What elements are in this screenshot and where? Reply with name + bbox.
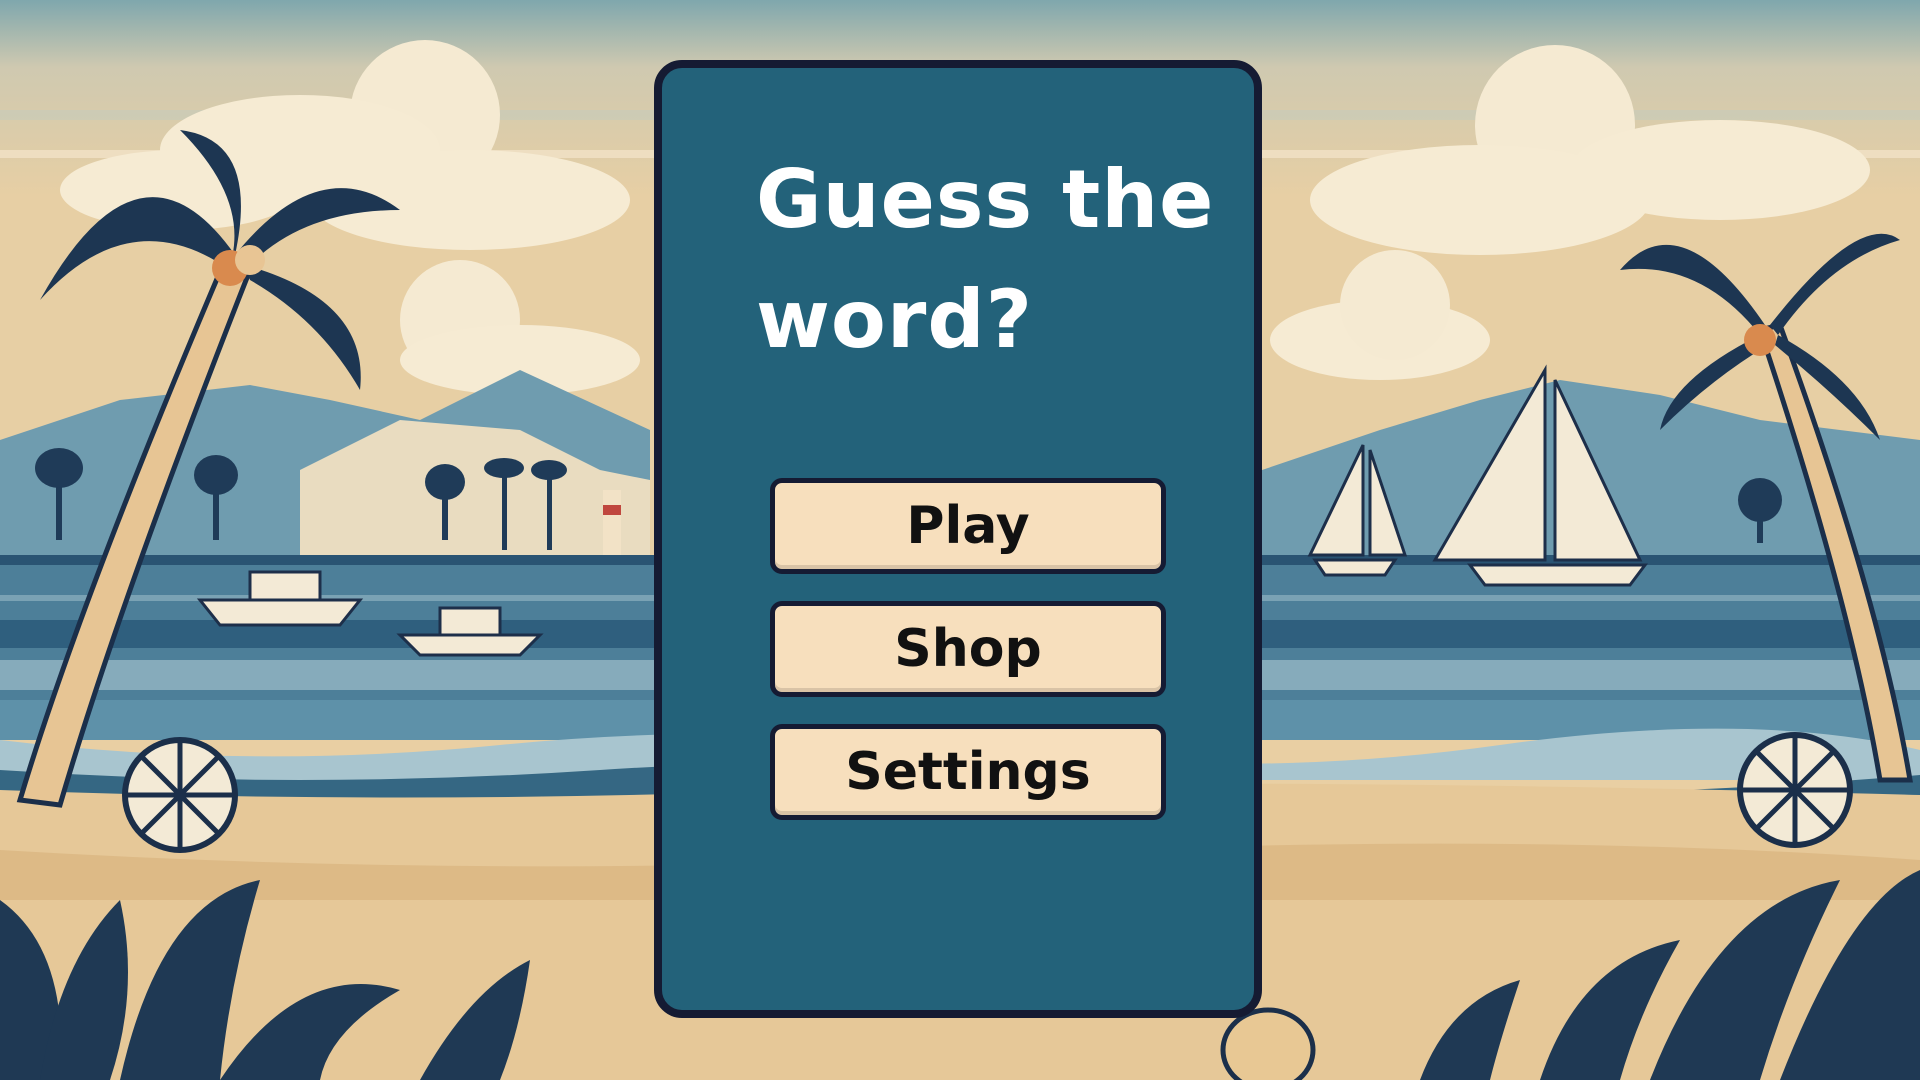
shop-button[interactable]: Shop: [770, 601, 1166, 697]
game-title: Guess the word?: [756, 153, 1215, 366]
play-button[interactable]: Play: [770, 478, 1166, 574]
main-menu-panel: Guess the word? Play Shop Settings: [654, 60, 1262, 1018]
settings-button[interactable]: Settings: [770, 724, 1166, 820]
lighthouse-icon: [603, 490, 621, 555]
beach-ball-icon: [1220, 1007, 1316, 1080]
